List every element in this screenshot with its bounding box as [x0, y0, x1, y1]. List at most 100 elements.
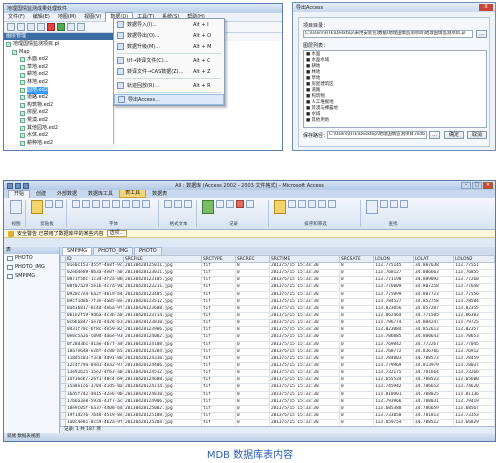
object-tab-photo[interactable]: PHOTO [134, 247, 162, 255]
table-cell[interactable]: 113.78504 [453, 297, 495, 306]
nav-item-smpimg[interactable]: SMPIMG [4, 272, 59, 281]
column-header[interactable]: LOLON [373, 255, 414, 263]
table-cell[interactable]: tif [201, 369, 236, 378]
table-row[interactable]: 0f28d3b1-d1ae-4b7f-a496 20130428124108.jp… [60, 340, 495, 349]
table-cell[interactable]: 0 [235, 276, 270, 285]
table-cell[interactable]: 0 [235, 311, 270, 321]
tab-datasheet[interactable]: 数据表 [147, 191, 172, 198]
table-cell[interactable]: 34.807638 [413, 261, 454, 271]
table-cell[interactable]: tif [201, 333, 236, 342]
table-cell[interactable]: 20130428123512.jpg [123, 297, 202, 306]
table-cell[interactable]: 118d5c03-f3c0-4d91-86b8 [65, 354, 124, 363]
totals-icon[interactable] [246, 200, 254, 208]
paste-icon[interactable] [31, 200, 43, 214]
table-cell[interactable]: 2013/5/15 15:33:30 [269, 383, 340, 392]
table-cell[interactable]: tif [201, 404, 236, 413]
table-row[interactable]: 118d5c03-f3c0-4d91-86b8 20130428124310.jp… [60, 354, 495, 363]
new-icon[interactable] [7, 23, 15, 31]
table-cell[interactable]: 34.807723 [413, 290, 454, 299]
table-cell[interactable]: 20130428125011.jpg [123, 261, 202, 271]
table-cell[interactable]: 34.788025 [413, 390, 454, 399]
zoom-in-icon[interactable] [77, 23, 85, 31]
table-cell[interactable]: 0 [339, 404, 374, 413]
table-cell[interactable]: 2013/5/15 15:33:30 [269, 390, 340, 399]
new-record-icon[interactable] [216, 200, 224, 208]
table-cell[interactable]: 15a8e1c6-3704-41d5-8afc [65, 383, 124, 392]
table-cell[interactable]: 34.772267 [413, 340, 454, 349]
layer-tree-node[interactable]: ✓ 其他园地.ed2 [6, 125, 111, 133]
table-cell[interactable]: 113.810901 [373, 390, 414, 399]
table-cell[interactable]: 34.857207 [413, 304, 454, 313]
table-cell[interactable]: 0 [235, 283, 270, 292]
pointer-icon[interactable] [67, 23, 75, 31]
table-cell[interactable]: 0 [235, 261, 270, 271]
table-cell[interactable]: 34.788523 [413, 376, 454, 385]
font-color-icon[interactable] [102, 200, 110, 208]
column-header[interactable]: SRCTYPE [201, 255, 236, 263]
table-cell[interactable]: 34.781813 [413, 411, 454, 421]
layer-tree-node[interactable]: ✓ Map [6, 49, 111, 57]
table-cell[interactable]: 113.823084 [373, 326, 414, 335]
table-cell[interactable]: 113.732175 [373, 369, 414, 378]
table-cell[interactable]: 0 [339, 340, 374, 349]
selection-filter-icon[interactable] [318, 200, 326, 208]
layer-tree-node[interactable]: ✓ 林地.ed2 [6, 79, 111, 87]
table-cell[interactable]: tif [201, 340, 236, 349]
table-cell[interactable]: 0f28d3b1-d1ae-4b7f-a496 [65, 340, 124, 349]
maximize-icon[interactable]: □ [472, 182, 482, 189]
table-row[interactable]: 0d31f70c-bf8c-4e59-8274 20130428123906.jp… [60, 326, 495, 335]
menu-edit[interactable]: 编辑(E) [29, 13, 54, 22]
table-cell[interactable]: 34.786659 [413, 404, 454, 413]
close-icon[interactable]: × [483, 182, 493, 189]
checkbox-icon[interactable]: ✓ [20, 103, 25, 109]
save-icon[interactable] [27, 23, 35, 31]
table-cell[interactable]: 08f07a29-5e1b-4c7d-9d30 [65, 283, 124, 292]
table-cell[interactable]: tif [201, 347, 236, 356]
table-cell[interactable]: 2013/5/15 15:33:30 [269, 326, 340, 335]
table-cell[interactable]: 0 [235, 304, 270, 313]
table-cell[interactable]: 0 [339, 333, 374, 342]
table-cell[interactable]: 113.745942 [373, 383, 414, 392]
tab-table-tools[interactable]: 表工具 [119, 189, 147, 198]
table-cell[interactable]: tif [201, 361, 236, 371]
align-center-icon[interactable] [132, 200, 140, 208]
bold-icon[interactable] [72, 200, 80, 208]
table-cell[interactable]: 17b6a3e8-5926-43f7-ac1e [65, 397, 124, 406]
table-cell[interactable]: 20130428125002.jpg [123, 404, 202, 413]
outdent-icon[interactable] [174, 200, 182, 208]
table-cell[interactable]: 13e91b25-15e2-4fb3-a8da [65, 369, 124, 378]
align-left-icon[interactable] [122, 200, 130, 208]
table-cell[interactable]: 20130428124810.jpg [123, 390, 202, 399]
table-row[interactable]: 14f36eb7-26f3-40c4-b9eb 20130428124608.jp… [60, 376, 495, 385]
refresh-icon[interactable] [57, 23, 65, 31]
fill-color-icon[interactable] [112, 200, 120, 208]
table-cell[interactable]: 0c6ba847-ae7b-4d28-b163 [65, 319, 124, 328]
nav-item-photo-img[interactable]: PHOTO_IMG [4, 263, 59, 272]
table-cell[interactable]: 113.862464 [373, 311, 414, 321]
project-dir-field[interactable]: C:\Users\HTE\Desktop\采用安装包\数据\地理国情监测项目\地… [303, 30, 473, 38]
table-cell[interactable]: 113.784003 [373, 354, 414, 363]
table-cell[interactable]: 0 [339, 390, 374, 399]
data-menu-item[interactable]: 数据升级(M)... Alt + M [114, 41, 224, 52]
bullets-icon[interactable] [184, 200, 192, 208]
layer-tree-node[interactable]: ✓ 草地.ed2 [6, 64, 111, 72]
table-cell[interactable]: 113.793966 [373, 397, 414, 406]
table-cell[interactable]: 20130428124906.jpg [123, 397, 202, 406]
table-cell[interactable]: 113.73266 [453, 369, 495, 378]
table-cell[interactable]: 0 [235, 340, 270, 349]
table-cell[interactable]: 20130428124204.jpg [123, 347, 202, 356]
table-cell[interactable]: tif [201, 290, 236, 299]
goto-icon[interactable] [390, 200, 398, 208]
table-cell[interactable]: 34.813979 [413, 361, 454, 371]
table-cell[interactable]: 02eb4e89-0b3a-4e0f-a07b [65, 269, 124, 278]
table-cell[interactable]: 34.800643 [413, 333, 454, 342]
table-cell[interactable]: 0 [339, 283, 374, 292]
table-cell[interactable]: 0 [339, 397, 374, 406]
column-header[interactable]: SRCFILE [123, 255, 202, 263]
checkbox-icon[interactable]: ✓ [20, 72, 25, 78]
layer-tree-node[interactable]: ✓ 耕种地.ed2 [6, 140, 111, 148]
table-cell[interactable]: tif [201, 376, 236, 385]
tab-home[interactable]: 开始 [8, 190, 31, 198]
table-cell[interactable]: 2013/5/15 15:33:30 [269, 297, 340, 306]
table-cell[interactable]: 18e9c05f-6a37-4408-bd2f [65, 404, 124, 413]
